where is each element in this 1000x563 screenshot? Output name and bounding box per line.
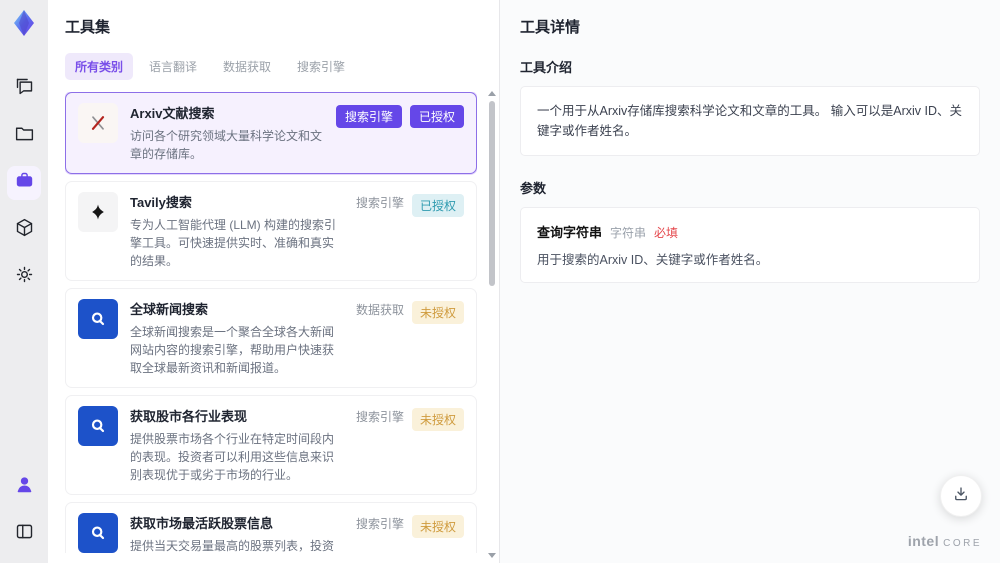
tool-name: Tavily搜索: [130, 195, 192, 210]
param-name: 查询字符串: [537, 225, 603, 240]
tool-description: 提供股票市场各个行业在特定时间段内的表现。投资者可以利用这些信息来识别表现优于或…: [130, 432, 335, 482]
tool-status-badge: 未授权: [411, 515, 464, 538]
tool-list: Arxiv文献搜索 访问各个研究领域大量科学论文和文章的存储库。 搜索引擎 已授…: [65, 92, 477, 553]
tool-name: 获取股市各行业表现: [130, 409, 248, 424]
tool-category-badge: 搜索引擎: [335, 105, 402, 128]
tool-description: 访问各个研究领域大量科学论文和文章的存储库。: [130, 129, 323, 161]
arxiv-icon: [78, 103, 118, 143]
tool-category-badge: 搜索引擎: [355, 517, 404, 531]
tool-name: 全球新闻搜索: [130, 302, 209, 317]
tool-card[interactable]: Tavily搜索 专为人工智能代理 (LLM) 构建的搜索引擎工具。可快速提供实…: [65, 181, 477, 281]
search-blue-icon: [78, 513, 118, 553]
intel-core-logo: intel CORE: [908, 533, 982, 549]
param-type: 字符串: [610, 226, 647, 240]
tool-category-badge: 搜索引擎: [355, 196, 404, 210]
toolbox-icon: [14, 170, 35, 196]
sidebar: [0, 0, 48, 563]
intel-logo-text: intel: [907, 533, 940, 549]
intro-heading: 工具介绍: [520, 60, 573, 75]
params-heading: 参数: [520, 181, 547, 196]
tool-name: 获取市场最活跃股票信息: [130, 516, 274, 531]
tool-description: 专为人工智能代理 (LLM) 构建的搜索引擎工具。可快速提供实时、准确和真实的结…: [130, 218, 337, 268]
tab-all-categories[interactable]: 所有类别: [65, 53, 134, 80]
sidebar-item-files[interactable]: [7, 119, 41, 153]
tab-search-engine[interactable]: 搜索引擎: [287, 53, 355, 80]
tool-category-badge: 数据获取: [355, 303, 404, 317]
chat-icon: [14, 76, 35, 102]
tool-status-badge: 已授权: [411, 194, 464, 217]
scroll-down-icon[interactable]: [488, 553, 496, 558]
category-tabs: 所有类别 语言翻译 数据获取 搜索引擎: [65, 53, 499, 80]
sidebar-item-chat[interactable]: [7, 72, 41, 106]
panel-layout-icon: [14, 521, 35, 547]
search-blue-icon: [78, 406, 118, 446]
sidebar-item-collapse[interactable]: [7, 517, 41, 551]
details-title: 工具详情: [520, 19, 581, 36]
tab-data-fetch[interactable]: 数据获取: [213, 53, 281, 80]
param-required-badge: 必填: [654, 226, 679, 240]
tool-details-panel: 工具详情 工具介绍 一个用于从Arxiv存储库搜索科学论文和文章的工具。 输入可…: [500, 0, 1000, 563]
download-icon: [952, 485, 970, 508]
star-icon: [78, 192, 118, 232]
tool-card[interactable]: 获取市场最活跃股票信息 提供当天交易量最高的股票列表，投资者可以利用这些信息来识…: [65, 502, 477, 553]
tab-language-translation[interactable]: 语言翻译: [139, 53, 207, 80]
gear-icon: [14, 264, 35, 290]
page-title: 工具集: [65, 19, 111, 36]
intro-text: 一个用于从Arxiv存储库搜索科学论文和文章的工具。 输入可以是Arxiv ID…: [537, 104, 963, 138]
core-logo-text: CORE: [943, 538, 982, 549]
cube-icon: [14, 217, 35, 243]
tool-status-badge: 未授权: [411, 408, 464, 431]
sidebar-item-account[interactable]: [7, 470, 41, 504]
tool-description: 全球新闻搜索是一个聚合全球各大新闻网站内容的搜索引擎，帮助用户快速获取全球最新资…: [130, 325, 335, 375]
sidebar-item-settings[interactable]: [7, 260, 41, 294]
app-logo-icon: [9, 8, 39, 38]
download-button[interactable]: [940, 475, 982, 517]
scroll-up-icon[interactable]: [488, 91, 496, 96]
tool-name: Arxiv文献搜索: [130, 106, 215, 121]
tool-category-badge: 搜索引擎: [355, 410, 404, 424]
sidebar-item-packages[interactable]: [7, 213, 41, 247]
user-icon: [14, 474, 35, 500]
intro-box: 一个用于从Arxiv存储库搜索科学论文和文章的工具。 输入可以是Arxiv ID…: [520, 86, 980, 156]
tool-card[interactable]: Arxiv文献搜索 访问各个研究领域大量科学论文和文章的存储库。 搜索引擎 已授…: [65, 92, 477, 174]
param-box: 查询字符串 字符串 必填 用于搜索的Arxiv ID、关键字或作者姓名。: [520, 207, 980, 283]
scrollbar-thumb[interactable]: [489, 101, 495, 286]
sidebar-item-tools[interactable]: [7, 166, 41, 200]
tool-status-badge: 未授权: [411, 301, 464, 324]
tool-card[interactable]: 全球新闻搜索 全球新闻搜索是一个聚合全球各大新闻网站内容的搜索引擎，帮助用户快速…: [65, 288, 477, 388]
tool-status-badge: 已授权: [409, 105, 464, 128]
tool-description: 提供当天交易量最高的股票列表，投资者可以利用这些信息来识别流动性强的股票和潜在的…: [130, 539, 335, 553]
tool-list-panel: 工具集 所有类别 语言翻译 数据获取 搜索引擎 Arxiv文献搜索 访问各个研究…: [48, 0, 500, 563]
tool-card[interactable]: 获取股市各行业表现 提供股票市场各个行业在特定时间段内的表现。投资者可以利用这些…: [65, 395, 477, 495]
param-description: 用于搜索的Arxiv ID、关键字或作者姓名。: [537, 253, 769, 267]
search-blue-icon: [78, 299, 118, 339]
app-window: 工具集 所有类别 语言翻译 数据获取 搜索引擎 Arxiv文献搜索 访问各个研究…: [0, 0, 1000, 563]
list-scrollbar[interactable]: [486, 88, 498, 563]
folder-icon: [14, 123, 35, 149]
